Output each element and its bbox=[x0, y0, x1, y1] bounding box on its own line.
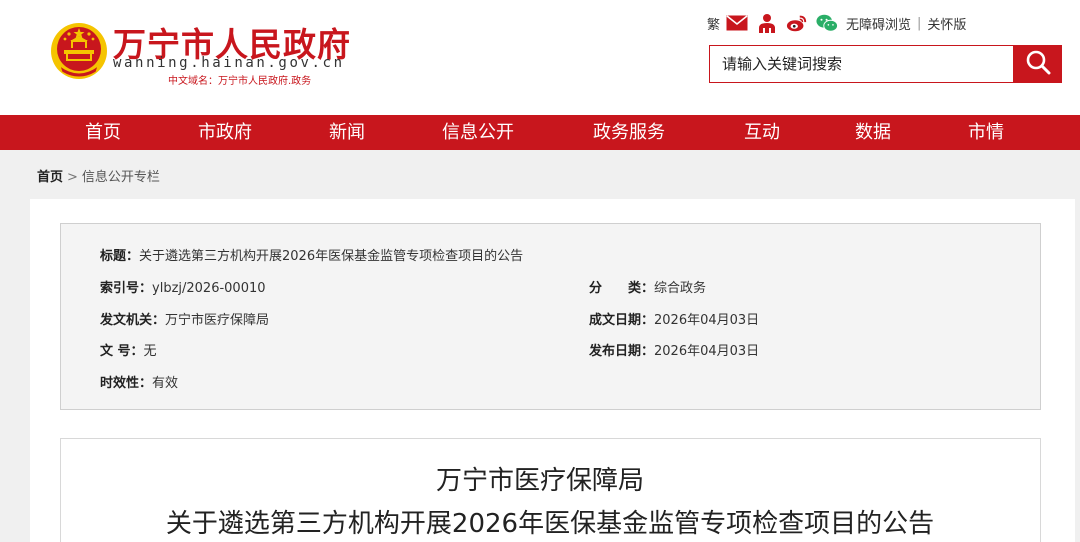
meta-index-value: ylbzj/2026-00010 bbox=[152, 281, 266, 296]
traditional-chinese-link[interactable]: 繁 bbox=[707, 14, 720, 33]
meta-docno-value: 无 bbox=[143, 344, 157, 359]
accessibility-link[interactable]: 无障碍浏览 bbox=[846, 14, 911, 33]
breadcrumb: 首页 > 信息公开专栏 bbox=[37, 166, 160, 185]
nav-item-home[interactable]: 首页 bbox=[85, 115, 121, 150]
meta-published-label: 发布日期： bbox=[589, 344, 655, 359]
article-title-issuer: 万宁市医疗保障局 bbox=[435, 466, 644, 496]
utility-separator: | bbox=[917, 15, 922, 31]
meta-index: 索引号：ylbzj/2026-00010 bbox=[100, 277, 266, 296]
nav-item-services[interactable]: 政务服务 bbox=[593, 115, 665, 150]
site-cn-domain: 中文域名：万宁市人民政府.政务 bbox=[168, 76, 312, 87]
meta-docno-label: 文 号： bbox=[100, 344, 144, 359]
meta-title-value: 关于遴选第三方机构开展2026年医保基金监管专项检查项目的公告 bbox=[139, 249, 524, 264]
search-button[interactable] bbox=[1013, 45, 1062, 83]
nav-item-city-info[interactable]: 市情 bbox=[968, 115, 1004, 150]
nav-item-government[interactable]: 市政府 bbox=[198, 115, 252, 150]
nav-item-news[interactable]: 新闻 bbox=[329, 115, 365, 150]
mail-icon[interactable] bbox=[726, 12, 748, 34]
nav-item-interaction[interactable]: 互动 bbox=[744, 115, 780, 150]
main-nav: 首页 市政府 新闻 信息公开 政务服务 互动 数据 市情 bbox=[0, 115, 1080, 150]
meta-category-value: 综合政务 bbox=[654, 281, 707, 296]
utility-bar: 繁 无障碍浏览 | 关怀版 bbox=[707, 12, 966, 34]
meta-issuer: 发文机关：万宁市医疗保障局 bbox=[100, 309, 269, 328]
meta-validity-label: 时效性： bbox=[100, 376, 153, 391]
meta-category: 分 类：综合政务 bbox=[589, 277, 706, 296]
meta-created-value: 2026年04月03日 bbox=[654, 313, 760, 328]
wechat-icon[interactable] bbox=[816, 12, 839, 34]
site-domain: wanning.hainan.gov.cn bbox=[113, 55, 345, 71]
meta-validity: 时效性：有效 bbox=[100, 372, 178, 391]
breadcrumb-separator: > bbox=[67, 170, 78, 185]
meta-issuer-label: 发文机关： bbox=[100, 313, 166, 328]
meta-docno: 文 号：无 bbox=[100, 340, 157, 359]
meta-created-label: 成文日期： bbox=[589, 313, 655, 328]
nav-item-info-disclosure[interactable]: 信息公开 bbox=[442, 115, 514, 150]
article-title: 关于遴选第三方机构开展2026年医保基金监管专项检查项目的公告 bbox=[165, 509, 935, 539]
meta-title-label: 标题： bbox=[100, 249, 140, 264]
search-input[interactable] bbox=[710, 46, 1014, 82]
nav-item-data[interactable]: 数据 bbox=[855, 115, 891, 150]
search-icon bbox=[1025, 49, 1051, 79]
meta-title: 标题：关于遴选第三方机构开展2026年医保基金监管专项检查项目的公告 bbox=[100, 245, 523, 264]
meta-published-value: 2026年04月03日 bbox=[654, 344, 760, 359]
breadcrumb-home[interactable]: 首页 bbox=[37, 170, 63, 185]
meta-issuer-value: 万宁市医疗保障局 bbox=[165, 313, 270, 328]
breadcrumb-current[interactable]: 信息公开专栏 bbox=[82, 170, 160, 185]
meta-validity-value: 有效 bbox=[152, 376, 179, 391]
weibo-icon[interactable] bbox=[786, 12, 808, 34]
meta-created-date: 成文日期：2026年04月03日 bbox=[589, 309, 759, 328]
meta-published-date: 发布日期：2026年04月03日 bbox=[589, 340, 759, 359]
user-icon[interactable] bbox=[756, 12, 778, 34]
search-box bbox=[709, 45, 1015, 83]
meta-index-label: 索引号： bbox=[100, 281, 153, 296]
elder-mode-link[interactable]: 关怀版 bbox=[927, 14, 966, 33]
meta-category-label: 分 类： bbox=[589, 281, 655, 296]
national-emblem-icon bbox=[50, 22, 108, 80]
